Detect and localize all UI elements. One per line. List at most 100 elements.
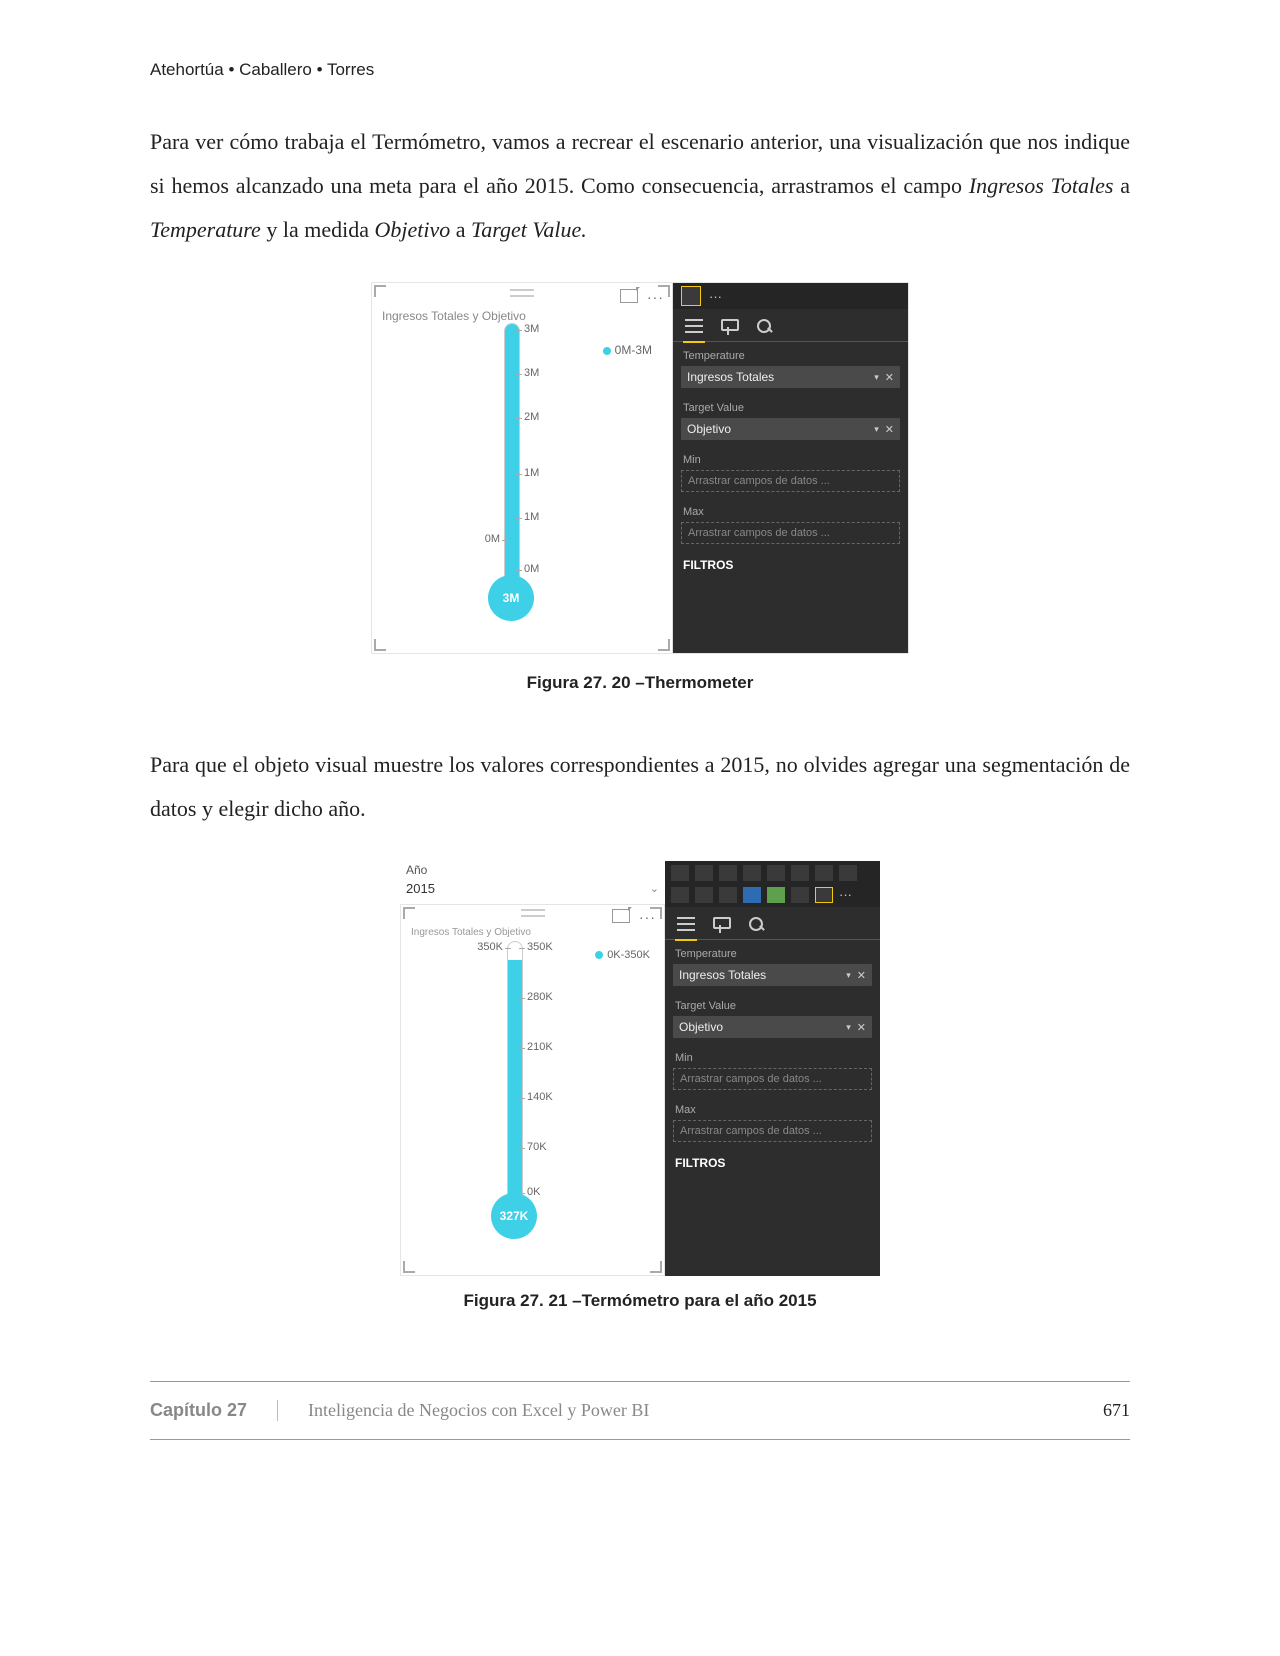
remove-field-icon[interactable]: ✕ bbox=[857, 969, 866, 982]
tick-r1: 280K bbox=[527, 991, 553, 1003]
section-target: Target Value bbox=[665, 992, 880, 1016]
more-options-icon[interactable]: ··· bbox=[639, 909, 656, 925]
chart-legend: 0K-350K bbox=[595, 949, 650, 961]
chevron-down-icon[interactable]: ▾ bbox=[874, 424, 879, 435]
legend-text: 0K-350K bbox=[607, 949, 650, 961]
viz-type-icon[interactable] bbox=[791, 887, 809, 903]
viz-type-r-icon[interactable] bbox=[743, 887, 761, 903]
thermometer-bulb: 327K bbox=[491, 1193, 537, 1239]
drag-handle-icon[interactable] bbox=[521, 909, 545, 917]
tick-r2: 2M bbox=[524, 411, 539, 423]
resize-handle-br[interactable] bbox=[658, 639, 670, 651]
footer-title: Inteligencia de Negocios con Excel y Pow… bbox=[308, 1400, 1103, 1421]
section-min: Min bbox=[665, 1044, 880, 1068]
section-min: Min bbox=[673, 446, 908, 470]
field-label: Objetivo bbox=[687, 422, 874, 436]
focus-mode-icon[interactable] bbox=[620, 289, 638, 303]
visual-more-icon[interactable]: ··· bbox=[709, 289, 722, 304]
field-min-placeholder[interactable]: Arrastrar campos de datos ... bbox=[673, 1068, 872, 1090]
tab-analytics[interactable] bbox=[755, 317, 777, 337]
tab-analytics[interactable] bbox=[747, 915, 769, 935]
field-min-placeholder[interactable]: Arrastrar campos de datos ... bbox=[681, 470, 900, 492]
selected-visual-icon[interactable] bbox=[681, 286, 701, 306]
thermometer-track bbox=[504, 323, 520, 585]
section-temperature: Temperature bbox=[665, 940, 880, 964]
fields-pane: ··· Temperature Ingresos Totales ▾ ✕ Tar… bbox=[673, 283, 908, 653]
p1-text4: a bbox=[450, 217, 471, 242]
thermometer-fill bbox=[505, 324, 519, 584]
thermometer-track bbox=[507, 941, 523, 1203]
section-target: Target Value bbox=[673, 394, 908, 418]
tick-r3: 140K bbox=[527, 1091, 553, 1103]
chevron-down-icon[interactable]: ▾ bbox=[846, 1022, 851, 1033]
tab-format[interactable] bbox=[711, 915, 733, 935]
field-objetivo[interactable]: Objetivo ▾ ✕ bbox=[673, 1016, 872, 1038]
viz-type-thermometer-icon[interactable] bbox=[815, 887, 833, 903]
chart-title: Ingresos Totales y Objetivo bbox=[382, 309, 526, 323]
remove-field-icon[interactable]: ✕ bbox=[857, 1021, 866, 1034]
field-max-placeholder[interactable]: Arrastrar campos de datos ... bbox=[681, 522, 900, 544]
slicer-dropdown[interactable]: 2015 ⌄ bbox=[400, 879, 665, 902]
viz-type-icon[interactable] bbox=[671, 865, 689, 881]
field-ingresos-totales[interactable]: Ingresos Totales ▾ ✕ bbox=[681, 366, 900, 388]
resize-handle-bl[interactable] bbox=[403, 1261, 415, 1273]
p1-italic3: Objetivo bbox=[374, 217, 450, 242]
drag-handle-icon[interactable] bbox=[510, 289, 534, 297]
section-max: Max bbox=[665, 1096, 880, 1120]
p1-italic1: Ingresos Totales bbox=[969, 173, 1114, 198]
tab-fields[interactable] bbox=[675, 915, 697, 935]
field-label: Ingresos Totales bbox=[687, 370, 874, 384]
paragraph-2: Para que el objeto visual muestre los va… bbox=[150, 743, 1130, 831]
resize-handle-bl[interactable] bbox=[374, 639, 386, 651]
footer-page-number: 671 bbox=[1103, 1400, 1130, 1421]
section-temperature: Temperature bbox=[673, 342, 908, 366]
legend-dot-icon bbox=[603, 347, 611, 355]
field-label: Objetivo bbox=[679, 1020, 846, 1034]
field-objetivo[interactable]: Objetivo ▾ ✕ bbox=[681, 418, 900, 440]
thermometer-visual[interactable]: ··· Ingresos Totales y Objetivo 0M-3M 3M… bbox=[372, 283, 673, 653]
viz-type-icon[interactable] bbox=[695, 865, 713, 881]
viz-type-icon[interactable] bbox=[839, 865, 857, 881]
viz-type-globe-icon[interactable] bbox=[767, 887, 785, 903]
more-options-icon[interactable]: ··· bbox=[647, 289, 664, 305]
resize-handle-tl[interactable] bbox=[403, 907, 415, 919]
page-header: Atehortúa • Caballero • Torres bbox=[150, 60, 1130, 80]
field-ingresos-totales[interactable]: Ingresos Totales ▾ ✕ bbox=[673, 964, 872, 986]
tab-fields[interactable] bbox=[683, 317, 705, 337]
chevron-down-icon[interactable]: ▾ bbox=[874, 372, 879, 383]
p1-italic2: Temperature bbox=[150, 217, 261, 242]
resize-handle-tl[interactable] bbox=[374, 285, 386, 297]
thermometer-visual-2015[interactable]: ··· Ingresos Totales y Objetivo 0K-350K … bbox=[400, 904, 665, 1276]
viz-type-icon[interactable] bbox=[719, 865, 737, 881]
tick-r1: 3M bbox=[524, 367, 539, 379]
tick-r0: 3M bbox=[524, 323, 539, 335]
viz-type-icon[interactable] bbox=[791, 865, 809, 881]
tick-r0: 350K bbox=[527, 941, 553, 953]
chart-legend: 0M-3M bbox=[603, 343, 652, 357]
viz-type-icon[interactable] bbox=[671, 887, 689, 903]
remove-field-icon[interactable]: ✕ bbox=[885, 371, 894, 384]
viz-type-icon[interactable] bbox=[815, 865, 833, 881]
chevron-down-icon[interactable]: ⌄ bbox=[650, 882, 659, 895]
figure-1: ··· Ingresos Totales y Objetivo 0M-3M 3M… bbox=[371, 282, 909, 654]
tab-format[interactable] bbox=[719, 317, 741, 337]
paragraph-1: Para ver cómo trabaja el Termómetro, vam… bbox=[150, 120, 1130, 252]
remove-field-icon[interactable]: ✕ bbox=[885, 423, 894, 436]
viz-type-icon[interactable] bbox=[719, 887, 737, 903]
p1-text2: a bbox=[1113, 173, 1130, 198]
chevron-down-icon[interactable]: ▾ bbox=[846, 970, 851, 981]
viz-type-icon[interactable] bbox=[767, 865, 785, 881]
resize-handle-br[interactable] bbox=[650, 1261, 662, 1273]
thermometer: 327K 350K 350K 280K 210K 140K 70K 0K bbox=[495, 941, 535, 1271]
field-max-placeholder[interactable]: Arrastrar campos de datos ... bbox=[673, 1120, 872, 1142]
focus-mode-icon[interactable] bbox=[612, 909, 630, 923]
viz-type-icon[interactable] bbox=[695, 887, 713, 903]
figure-2: Año 2015 ⌄ ··· Ingresos Totales y Objeti… bbox=[400, 861, 880, 1276]
filters-header[interactable]: FILTROS bbox=[673, 550, 908, 580]
filters-header[interactable]: FILTROS bbox=[665, 1148, 880, 1178]
thermometer: 3M 0M 3M 3M 2M 1M 1M 0M bbox=[492, 323, 532, 643]
visual-more-icon[interactable]: ··· bbox=[839, 887, 852, 903]
slicer-label: Año bbox=[400, 861, 665, 879]
viz-type-icon[interactable] bbox=[743, 865, 761, 881]
slicer-selected: 2015 bbox=[406, 881, 435, 896]
